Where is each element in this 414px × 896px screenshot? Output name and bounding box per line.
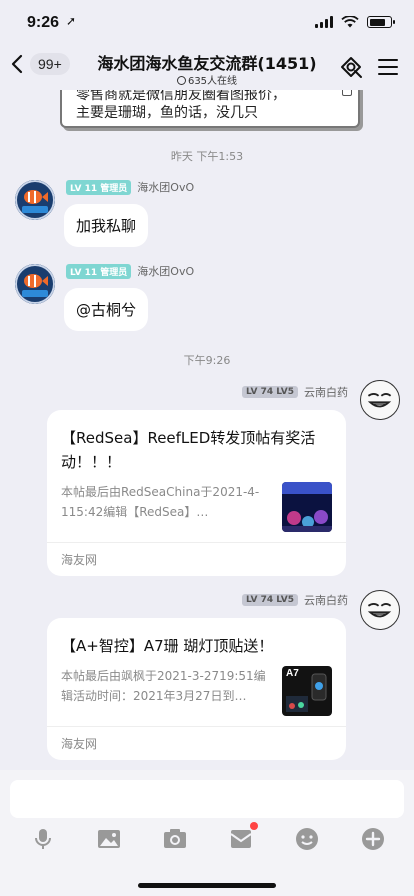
role-text: 管理员	[100, 267, 128, 278]
corner-icon	[342, 90, 352, 96]
lv-label: LV5	[276, 595, 294, 605]
level-tag: LV 74 LV5	[242, 386, 298, 398]
plus-icon[interactable]	[360, 826, 386, 852]
status-time: 9:26	[27, 14, 60, 31]
sender-meta: LV 74 LV5 云南白药	[242, 384, 348, 400]
quoted-message-card[interactable]: 零售商就是微信朋友圈看图报价， 主要是珊瑚，鱼的话，没几只	[60, 90, 360, 128]
level-tag: LV 74 LV5	[242, 594, 298, 606]
message-bubble[interactable]: @古桐兮	[64, 288, 149, 331]
timestamp-separator: 昨天 下午1:53	[170, 150, 244, 163]
home-indicator	[138, 883, 276, 888]
chat-header: 99+ 海水团海水鱼友交流群(1451) 635人在线	[0, 44, 414, 90]
battery-icon	[367, 16, 395, 28]
level-text: LV 74	[246, 595, 274, 605]
product-thumbnail: A7	[282, 666, 332, 716]
level-text: LV 11	[70, 183, 98, 194]
shared-post-card[interactable]: 【RedSea】ReefLED转发顶帖有奖活动！！！ 本帖最后由RedSeaCh…	[47, 410, 346, 576]
quoted-line-1: 零售商就是微信朋友圈看图报价，	[76, 90, 286, 103]
avatar[interactable]	[15, 264, 55, 304]
card-title: 【RedSea】ReefLED转发顶帖有奖活动！！！	[61, 429, 316, 471]
level-text: LV 74	[246, 387, 274, 397]
composer	[0, 770, 414, 896]
online-count-text: 635人在线	[187, 76, 238, 87]
message-list[interactable]: 零售商就是微信朋友圈看图报价， 主要是珊瑚，鱼的话，没几只 昨天 下午1:53 …	[0, 90, 414, 770]
avatar[interactable]	[360, 590, 400, 630]
smiley-face-icon	[367, 393, 392, 408]
sender-name[interactable]: 云南白药	[304, 592, 348, 608]
quoted-line-2: 主要是珊瑚，鱼的话，没几只	[76, 105, 258, 121]
status-bar: 9:26 ➚	[0, 0, 414, 44]
level-text: LV 11	[70, 267, 98, 278]
status-indicators	[315, 16, 395, 28]
role-text: 管理员	[100, 183, 128, 194]
smiley-face-icon	[367, 603, 392, 618]
location-arrow-icon: ➚	[66, 14, 77, 28]
card-source: 海友网	[47, 726, 346, 760]
image-icon[interactable]	[96, 826, 122, 852]
card-title: 【A+智控】A7珊 瑚灯顶贴送！	[61, 637, 274, 655]
notification-dot	[250, 822, 258, 830]
lv-label: LV5	[276, 387, 294, 397]
sender-name[interactable]: 海水团OvO	[137, 179, 194, 195]
shared-post-card[interactable]: 【A+智控】A7珊 瑚灯顶贴送！ 本帖最后由飒枫于2021-3-2719:51编…	[47, 618, 346, 760]
timestamp-separator: 下午9:26	[183, 354, 231, 367]
avatar[interactable]	[360, 380, 400, 420]
message-input[interactable]	[10, 780, 404, 818]
level-tag: LV 11 管理员	[66, 263, 132, 279]
sender-meta: LV 11 管理员 海水团OvO	[66, 263, 194, 279]
red-packet-button[interactable]	[228, 822, 258, 852]
card-description: 本帖最后由RedSeaChina于2021-4-115:42编辑【RedSea】…	[61, 485, 260, 519]
online-icon	[176, 76, 186, 85]
composer-toolbar	[0, 822, 414, 854]
mic-icon[interactable]	[30, 826, 56, 852]
group-link-icon[interactable]	[338, 54, 364, 80]
camera-icon[interactable]	[162, 826, 188, 852]
message-bubble[interactable]: 加我私聊	[64, 204, 149, 247]
aquarium-thumbnail	[282, 482, 332, 532]
menu-icon[interactable]	[378, 59, 398, 75]
sender-name[interactable]: 云南白药	[304, 384, 348, 400]
avatar[interactable]	[15, 180, 55, 220]
sender-meta: LV 11 管理员 海水团OvO	[66, 179, 194, 195]
level-tag: LV 11 管理员	[66, 179, 132, 195]
wifi-icon	[341, 16, 359, 28]
emoji-icon[interactable]	[294, 826, 320, 852]
card-source: 海友网	[47, 542, 346, 576]
signal-icon	[315, 16, 333, 28]
red-packet-icon	[230, 830, 252, 848]
thumb-label: A7	[286, 668, 299, 679]
card-description: 本帖最后由飒枫于2021-3-2719:51编辑活动时间：2021年3月27日到…	[61, 669, 266, 703]
sender-name[interactable]: 海水团OvO	[137, 263, 194, 279]
sender-meta: LV 74 LV5 云南白药	[242, 592, 348, 608]
